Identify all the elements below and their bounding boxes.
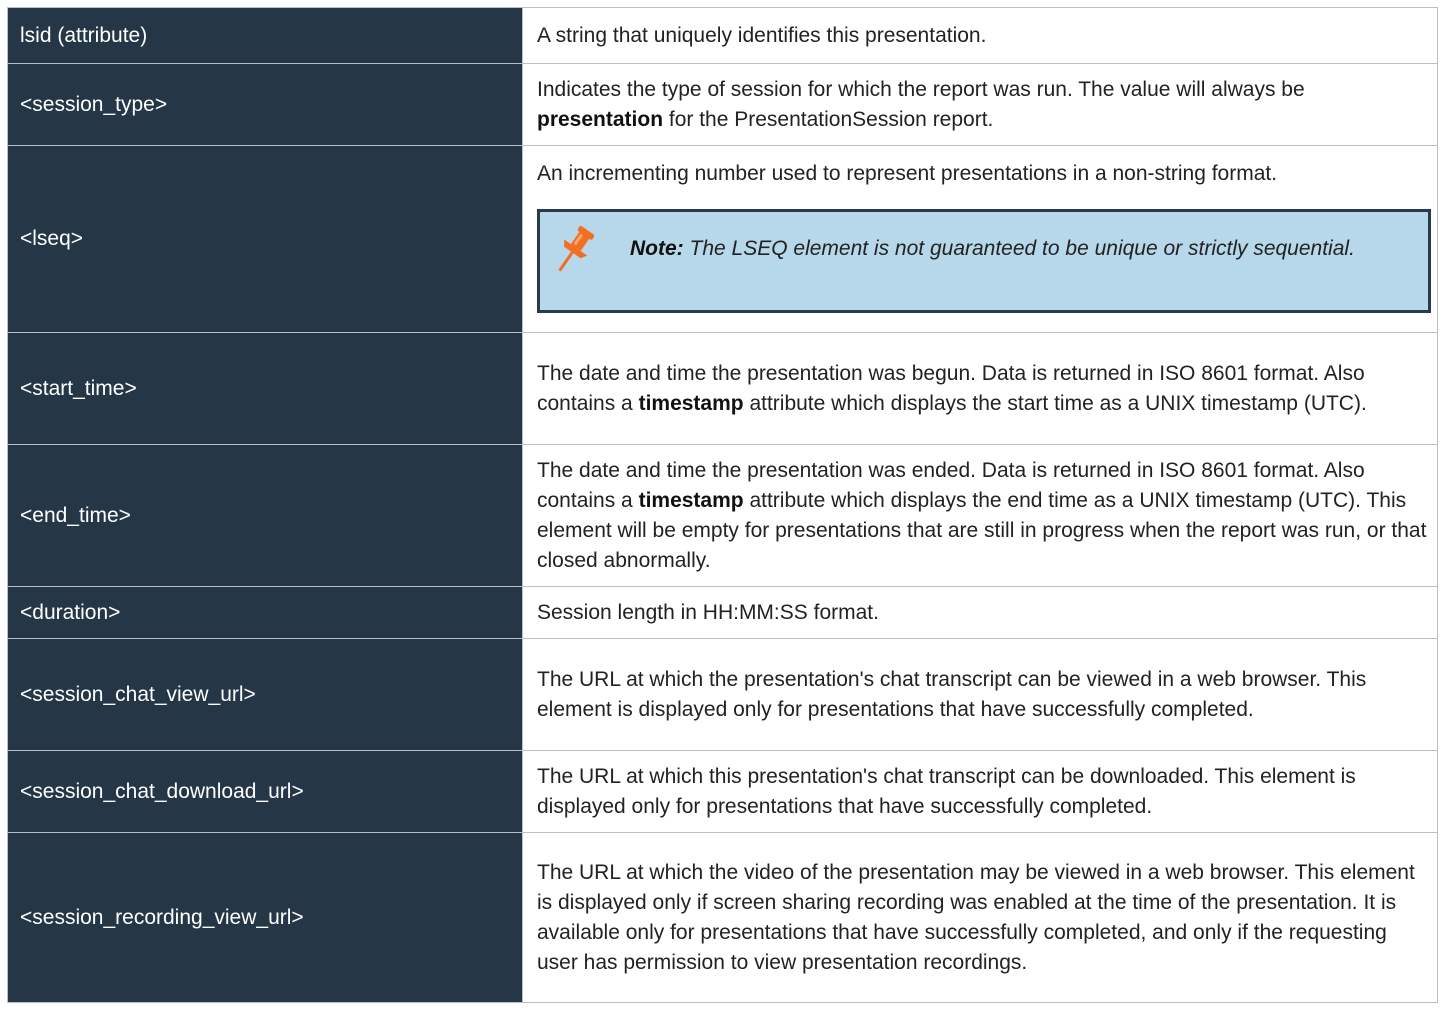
description-text: attribute which displays the start time … (743, 391, 1367, 415)
element-name-cell: <session_type> (7, 63, 523, 146)
element-description-cell: A string that uniquely identifies this p… (522, 7, 1438, 64)
note-callout: Note: The LSEQ element is not guaranteed… (537, 209, 1431, 313)
note-label: Note: (630, 237, 684, 260)
element-name-cell: <end_time> (7, 444, 523, 587)
note-body: The LSEQ element is not guaranteed to be… (683, 237, 1355, 260)
description-text: An incrementing number used to represent… (537, 162, 1278, 185)
description-emphasis: timestamp (638, 391, 744, 415)
note-text: Note: The LSEQ element is not guaranteed… (630, 234, 1388, 264)
table-row: <session_chat_view_url> The URL at which… (7, 638, 1438, 751)
table-row: <start_time> The date and time the prese… (7, 332, 1438, 445)
description-text: Indicates the type of session for which … (537, 77, 1305, 101)
element-name-cell: lsid (attribute) (7, 7, 523, 64)
table-row: <session_type> Indicates the type of ses… (7, 63, 1438, 146)
element-description-cell: The URL at which this presentation's cha… (522, 750, 1438, 833)
element-name-cell: <start_time> (7, 332, 523, 445)
element-description-cell: Indicates the type of session for which … (522, 63, 1438, 146)
element-description-cell: An incrementing number used to represent… (522, 145, 1438, 333)
element-name-cell: <session_chat_download_url> (7, 750, 523, 833)
table-row: <end_time> The date and time the present… (7, 444, 1438, 587)
element-description-cell: The URL at which the presentation's chat… (522, 638, 1438, 751)
element-name-cell: <lseq> (7, 145, 523, 333)
table-row: lsid (attribute) A string that uniquely … (7, 7, 1438, 64)
table-row: <duration> Session length in HH:MM:SS fo… (7, 586, 1438, 639)
element-name-cell: <duration> (7, 586, 523, 639)
element-description-cell: The URL at which the video of the presen… (522, 832, 1438, 1003)
table-row: <session_recording_view_url> The URL at … (7, 832, 1438, 1003)
element-name-cell: <session_chat_view_url> (7, 638, 523, 751)
description-text: for the PresentationSession report. (663, 107, 994, 131)
description-emphasis: presentation (537, 107, 664, 131)
element-name-cell: <session_recording_view_url> (7, 832, 523, 1003)
description-emphasis: timestamp (638, 488, 744, 512)
table-row: <session_chat_download_url> The URL at w… (7, 750, 1438, 833)
element-description-cell: The date and time the presentation was b… (522, 332, 1438, 445)
element-description-cell: Session length in HH:MM:SS format. (522, 586, 1438, 639)
element-reference-table: lsid (attribute) A string that uniquely … (7, 7, 1438, 1003)
table-row: <lseq> An incrementing number used to re… (7, 145, 1438, 333)
pushpin-icon (558, 225, 594, 272)
element-description-cell: The date and time the presentation was e… (522, 444, 1438, 587)
